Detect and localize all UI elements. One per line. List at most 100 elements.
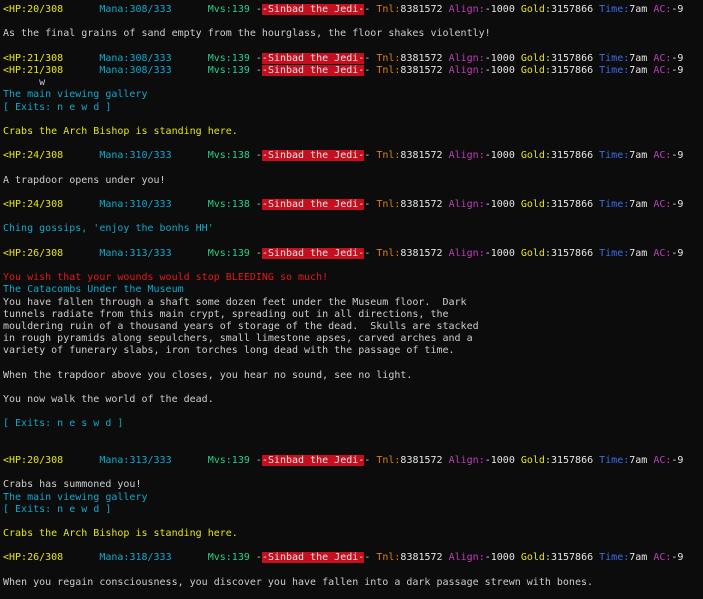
text-segment: - [249, 199, 262, 210]
text-segment: 8381572 [400, 4, 443, 15]
text-segment: When the trapdoor above you closes, you … [3, 369, 413, 381]
text-segment: -1000 [484, 199, 515, 210]
terminal-line: <HP:21/308 Mana:308/333 Mvs:139 --Sinbad… [3, 64, 703, 77]
text-segment: 7am [629, 552, 648, 564]
terminal-output[interactable]: <HP:20/308 Mana:308/333 Mvs:139 --Sinbad… [0, 0, 703, 599]
text-segment: 8381572 [400, 454, 443, 466]
character-name-highlight: -Sinbad the Jedi- [261, 199, 365, 210]
text-segment: AC: [647, 199, 672, 210]
text-segment: <HP:21/308 [3, 64, 64, 76]
text-segment: - [249, 247, 262, 259]
text-segment: 8381572 [400, 199, 443, 210]
text-segment: -1000 [484, 454, 515, 466]
text-segment: 3157866 [550, 247, 594, 259]
text-segment: 7am [629, 150, 648, 162]
terminal-line: <HP:21/308 Mana:308/333 Mvs:139 --Sinbad… [3, 52, 703, 65]
text-segment: <HP:26/308 [3, 552, 64, 564]
text-segment: You now walk the world of the dead. [3, 394, 214, 405]
terminal-line: <HP:24/308 Mana:310/333 Mvs:138 --Sinbad… [3, 150, 703, 162]
text-segment: -9 [671, 4, 684, 15]
terminal-line: You now walk the world of the dead. [3, 394, 703, 406]
text-segment: 3157866 [550, 4, 594, 15]
text-segment: tunnels radiate from this main crypt, sp… [3, 308, 449, 320]
character-name-highlight: -Sinbad the Jedi- [261, 247, 365, 259]
text-segment: Mvs:139 [171, 64, 250, 76]
text-segment: Mana:308/333 [63, 4, 172, 15]
text-segment: Tnl: [376, 64, 401, 76]
text-segment: Mvs:139 [171, 552, 250, 564]
text-segment: Align: [442, 150, 485, 162]
text-segment: Gold: [514, 64, 551, 76]
text-segment: -1000 [484, 552, 515, 564]
text-segment: <HP:26/308 [3, 247, 64, 259]
text-segment: 8381572 [400, 552, 443, 564]
text-segment: Crabs the Arch Bishop is standing here. [3, 125, 238, 137]
text-segment: Mana:310/333 [63, 150, 172, 162]
terminal-line: Crabs has summoned you! [3, 479, 703, 491]
text-segment: -1000 [484, 150, 515, 162]
text-segment: - [249, 52, 262, 64]
text-segment: 8381572 [400, 150, 443, 162]
text-segment: Align: [442, 247, 485, 259]
text-segment: Align: [442, 199, 485, 210]
text-segment: -9 [671, 199, 684, 210]
text-segment: variety of funerary slabs, iron torches … [3, 345, 455, 357]
text-segment: -9 [671, 52, 684, 64]
character-name-highlight: -Sinbad the Jedi- [261, 454, 365, 466]
text-segment: - [364, 454, 377, 466]
text-segment: Align: [442, 552, 485, 564]
text-segment: 8381572 [400, 52, 443, 64]
text-segment: - [249, 150, 262, 162]
text-segment: The main viewing gallery [3, 89, 148, 101]
text-segment: <HP:21/308 [3, 52, 64, 64]
text-segment: - [364, 199, 377, 210]
text-segment: [ Exits: n e w d ] [3, 503, 112, 515]
character-name-highlight: -Sinbad the Jedi- [261, 4, 365, 15]
character-name-highlight: -Sinbad the Jedi- [261, 52, 365, 64]
text-segment: 8381572 [400, 247, 443, 259]
text-segment: Align: [442, 52, 485, 64]
terminal-line: <HP:20/308 Mana:313/333 Mvs:139 --Sinbad… [3, 454, 703, 467]
text-segment: -1000 [484, 4, 515, 15]
text-segment: -9 [671, 454, 684, 466]
text-segment: Gold: [514, 52, 551, 64]
terminal-line: When you regain consciousness, you disco… [3, 577, 703, 589]
terminal-line: As the final grains of sand empty from t… [3, 28, 703, 40]
terminal-line: The main viewing gallery [3, 492, 703, 504]
text-segment: Tnl: [376, 552, 401, 564]
text-segment: - [364, 150, 377, 162]
text-segment: Gold: [514, 247, 551, 259]
text-segment: Time: [593, 552, 630, 564]
text-segment: Tnl: [376, 150, 401, 162]
text-segment: Gold: [514, 150, 551, 162]
text-segment: - [364, 4, 377, 15]
text-segment: Mvs:138 [171, 150, 250, 162]
terminal-line: You have fallen through a shaft some doz… [3, 297, 703, 309]
text-segment: 3157866 [550, 552, 594, 564]
text-segment: AC: [647, 52, 672, 64]
text-segment: Tnl: [376, 199, 401, 210]
text-segment: AC: [647, 64, 672, 76]
text-segment: w [3, 77, 46, 89]
text-segment: Gold: [514, 199, 551, 210]
terminal-line: w [3, 77, 703, 89]
text-segment: <HP:24/308 [3, 150, 64, 162]
text-segment: - [364, 552, 377, 564]
text-segment: Time: [593, 64, 630, 76]
terminal-line: Ching gossips, 'enjoy the bonhs HH' [3, 223, 703, 235]
text-segment: - [364, 247, 377, 259]
text-segment: 7am [629, 454, 648, 466]
text-segment: When you regain consciousness, you disco… [3, 576, 594, 588]
text-segment: AC: [647, 454, 672, 466]
text-segment: 7am [629, 247, 648, 259]
text-segment: Mana:308/333 [63, 52, 172, 64]
